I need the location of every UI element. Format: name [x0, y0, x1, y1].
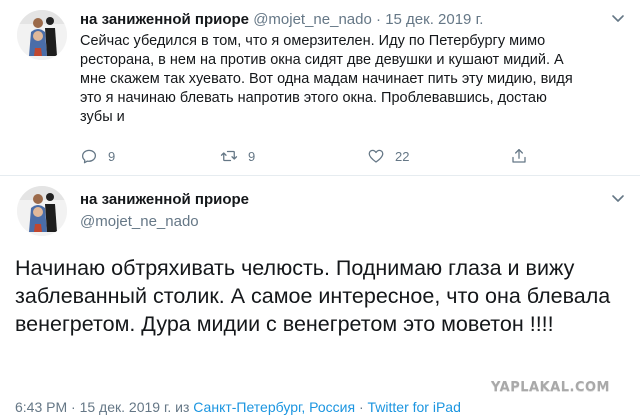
- tweet-header: на заниженной приоре @mojet_ne_nado · 15…: [80, 10, 483, 30]
- avatar[interactable]: [17, 186, 67, 236]
- handle[interactable]: @mojet_ne_nado: [253, 11, 372, 28]
- like-icon: [368, 149, 384, 163]
- retweet-count: 9: [248, 148, 256, 164]
- location-link[interactable]: Санкт-Петербург, Россия: [193, 399, 355, 415]
- retweet-icon: [220, 150, 238, 162]
- display-name[interactable]: на заниженной приоре: [80, 190, 249, 210]
- separator: ·: [376, 11, 382, 28]
- avatar-image: [17, 186, 67, 236]
- reply-button[interactable]: 9: [80, 146, 115, 166]
- display-name[interactable]: на заниженной приоре: [80, 11, 249, 28]
- tweet-time[interactable]: 6:43 PM: [15, 399, 67, 415]
- separator: ·: [358, 399, 364, 415]
- handle[interactable]: @mojet_ne_nado: [80, 212, 199, 232]
- avatar-image: [17, 10, 67, 60]
- avatar[interactable]: [17, 10, 67, 60]
- chevron-down-icon[interactable]: [610, 10, 626, 26]
- like-button[interactable]: 22: [367, 146, 409, 166]
- tweet-text: Начинаю обтряхивать челюсть. Поднимаю гл…: [15, 256, 611, 336]
- reply-tweet[interactable]: на заниженной приоре @mojet_ne_nado · 15…: [0, 0, 640, 176]
- tweet-meta: 6:43 PM · 15 дек. 2019 г. из Санкт-Петер…: [15, 398, 461, 416]
- chevron-down-icon[interactable]: [610, 190, 626, 206]
- separator: ·: [71, 399, 76, 415]
- tweet-text: Сейчас убедился в том, что я омерзителен…: [80, 33, 573, 125]
- tweet-date[interactable]: 15 дек. 2019 г.: [80, 399, 172, 415]
- watermark: YAPLAKAL.COM: [491, 380, 610, 395]
- reply-icon: [81, 149, 97, 164]
- tweet-date[interactable]: 15 дек. 2019 г.: [385, 11, 483, 28]
- from-word: из: [175, 399, 190, 415]
- share-icon: [512, 148, 526, 163]
- reply-count: 9: [108, 148, 116, 164]
- source-link[interactable]: Twitter for iPad: [368, 399, 461, 415]
- like-count: 22: [395, 148, 410, 164]
- share-button[interactable]: [510, 146, 538, 166]
- retweet-button[interactable]: 9: [220, 146, 255, 166]
